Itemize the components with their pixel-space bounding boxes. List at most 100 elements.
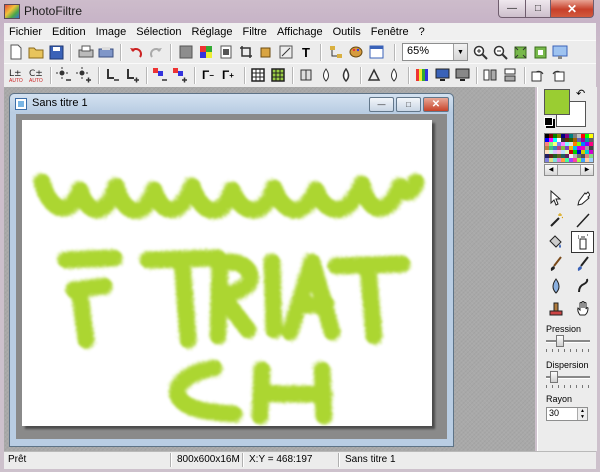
advanced-brush-tool-icon[interactable] <box>571 253 594 275</box>
document-title-bar[interactable]: Sans titre 1 — □ ✕ <box>10 94 453 113</box>
pression-slider[interactable] <box>546 335 590 347</box>
pointer-tool-icon[interactable] <box>544 187 567 209</box>
brightness-minus-icon[interactable] <box>56 67 72 83</box>
menu-help[interactable]: ? <box>414 26 430 38</box>
document-icon <box>15 98 27 110</box>
scroll-left-icon[interactable]: ◀ <box>545 165 558 175</box>
stamp-tool-icon[interactable] <box>544 297 567 319</box>
rayon-spinner[interactable]: 30 ▲ ▼ <box>546 407 588 421</box>
gamma-plus-icon[interactable]: Γ + <box>220 67 236 83</box>
zoom-out-icon[interactable] <box>492 44 508 60</box>
blur-tool-icon[interactable] <box>544 275 567 297</box>
print-icon[interactable] <box>78 44 94 60</box>
drop-outline-icon[interactable] <box>338 67 354 83</box>
gamma-minus-icon[interactable]: Γ − <box>200 67 216 83</box>
auto-levels-icon[interactable]: L± AUTO <box>8 67 24 83</box>
saturation-minus-icon[interactable] <box>152 67 168 83</box>
hand-tool-icon[interactable] <box>571 297 594 319</box>
palette-icon[interactable] <box>348 44 364 60</box>
chevron-down-icon[interactable]: ▼ <box>453 44 467 60</box>
dispersion-ticks <box>546 385 590 388</box>
image-canvas[interactable] <box>22 120 432 426</box>
foreground-color-swatch[interactable] <box>544 89 570 115</box>
title-bar[interactable]: PhotoFiltre — □ ✕ <box>0 0 600 22</box>
grid-color-icon[interactable] <box>270 67 286 83</box>
brush-tool-icon[interactable] <box>544 253 567 275</box>
actual-size-icon[interactable] <box>532 44 548 60</box>
auto-contrast-icon[interactable]: C± AUTO <box>28 67 44 83</box>
minimize-button[interactable]: — <box>498 0 526 18</box>
sharpen-icon[interactable] <box>298 67 314 83</box>
menubar: Fichier Edition Image Sélection Réglage … <box>4 23 596 40</box>
blur-drop-icon[interactable] <box>318 67 334 83</box>
spray-tool-icon[interactable] <box>571 231 594 253</box>
swap-colors-icon[interactable]: ↶ <box>576 87 585 100</box>
fullscreen-icon[interactable] <box>552 44 568 60</box>
menu-fenetre[interactable]: Fenêtre <box>366 26 414 38</box>
flip-vertical-icon[interactable] <box>502 67 518 83</box>
scan-icon[interactable] <box>98 44 114 60</box>
monitor-gray-icon[interactable] <box>454 67 470 83</box>
menu-edition[interactable]: Edition <box>47 26 91 38</box>
grid-icon[interactable] <box>250 67 266 83</box>
text-tool-icon[interactable]: T <box>298 44 314 60</box>
pression-knob[interactable] <box>556 335 564 347</box>
paint-bucket-icon[interactable] <box>258 44 274 60</box>
color-bars-icon[interactable] <box>414 67 430 83</box>
menu-selection[interactable]: Sélection <box>131 26 186 38</box>
window-icon[interactable] <box>368 44 384 60</box>
dispersion-slider[interactable] <box>546 371 590 383</box>
zoom-select[interactable]: 65% ▼ <box>402 43 468 61</box>
reset-colors-icon[interactable] <box>544 117 553 126</box>
page-setup-icon[interactable] <box>218 44 234 60</box>
triangle-icon[interactable] <box>366 67 382 83</box>
drop-blur-icon[interactable] <box>386 67 402 83</box>
menu-image[interactable]: Image <box>91 26 132 38</box>
menu-affichage[interactable]: Affichage <box>272 26 328 38</box>
menu-outils[interactable]: Outils <box>328 26 366 38</box>
rayon-value: 30 <box>549 408 560 418</box>
doc-maximize-button[interactable]: □ <box>396 97 421 112</box>
undo-icon[interactable] <box>128 44 144 60</box>
saturation-plus-icon[interactable] <box>172 67 188 83</box>
doc-close-button[interactable]: ✕ <box>423 97 449 112</box>
menu-filtre[interactable]: Filtre <box>237 26 271 38</box>
palette-swatch[interactable] <box>589 158 593 162</box>
fit-window-icon[interactable] <box>512 44 528 60</box>
crop-icon[interactable] <box>238 44 254 60</box>
rayon-label: Rayon <box>546 394 573 404</box>
doc-minimize-button[interactable]: — <box>369 97 394 112</box>
spinner-arrows-icon[interactable]: ▲ ▼ <box>577 408 587 420</box>
rotate-right-icon[interactable] <box>550 67 566 83</box>
open-folder-icon[interactable] <box>28 44 44 60</box>
smudge-tool-icon[interactable] <box>571 275 594 297</box>
eyedropper-tool-icon[interactable] <box>571 187 594 209</box>
scroll-right-icon[interactable]: ▶ <box>580 165 593 175</box>
brightness-plus-icon[interactable] <box>76 67 92 83</box>
palette-scrollbar[interactable]: ◀ ▶ <box>544 164 594 176</box>
contrast-plus-icon[interactable] <box>124 67 140 83</box>
magic-wand-tool-icon[interactable] <box>544 209 567 231</box>
maximize-button[interactable]: □ <box>526 0 551 18</box>
resize-icon[interactable] <box>278 44 294 60</box>
redo-icon[interactable] <box>148 44 164 60</box>
zoom-in-icon[interactable] <box>472 44 488 60</box>
contrast-minus-icon[interactable] <box>104 67 120 83</box>
color-grid-icon[interactable] <box>198 44 214 60</box>
dispersion-knob[interactable] <box>550 371 558 383</box>
color-palette[interactable] <box>544 133 594 163</box>
new-file-icon[interactable] <box>8 44 24 60</box>
monitor-color-icon[interactable] <box>434 67 450 83</box>
network-icon[interactable] <box>328 44 344 60</box>
fill-tool-icon[interactable] <box>544 231 567 253</box>
menu-fichier[interactable]: Fichier <box>4 26 47 38</box>
pression-label: Pression <box>546 324 582 334</box>
line-tool-icon[interactable] <box>571 209 594 231</box>
rotate-left-icon[interactable] <box>530 67 546 83</box>
document-window: Sans titre 1 — □ ✕ <box>9 93 454 447</box>
gray-square-icon[interactable] <box>178 44 194 60</box>
save-icon[interactable] <box>48 44 64 60</box>
menu-reglage[interactable]: Réglage <box>187 26 238 38</box>
flip-horizontal-icon[interactable] <box>482 67 498 83</box>
close-button[interactable]: ✕ <box>551 0 594 18</box>
